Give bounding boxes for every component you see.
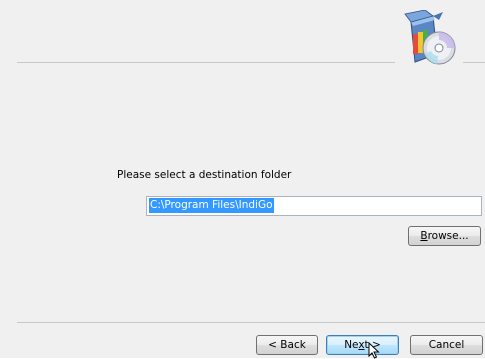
header-divider: [17, 62, 395, 63]
next-button[interactable]: Next >: [326, 335, 399, 355]
setup-disc-box-icon: [404, 10, 456, 65]
mouse-pointer-icon: [368, 342, 380, 359]
back-button[interactable]: < Back: [256, 335, 318, 355]
destination-path-value: C:\Program Files\IndiGo: [149, 198, 274, 213]
browse-label: Browse...: [420, 230, 469, 242]
back-label: < Back: [268, 339, 306, 351]
footer-divider: [17, 322, 485, 323]
cancel-label: Cancel: [428, 339, 465, 351]
destination-prompt: Please select a destination folder: [117, 169, 292, 181]
browse-button[interactable]: Browse...: [408, 226, 481, 246]
installer-dialog: Please select a destination folder C:\Pr…: [0, 0, 485, 359]
destination-path-input[interactable]: C:\Program Files\IndiGo: [146, 196, 482, 216]
header-divider-right: [463, 62, 485, 63]
cancel-button[interactable]: Cancel: [410, 335, 483, 355]
